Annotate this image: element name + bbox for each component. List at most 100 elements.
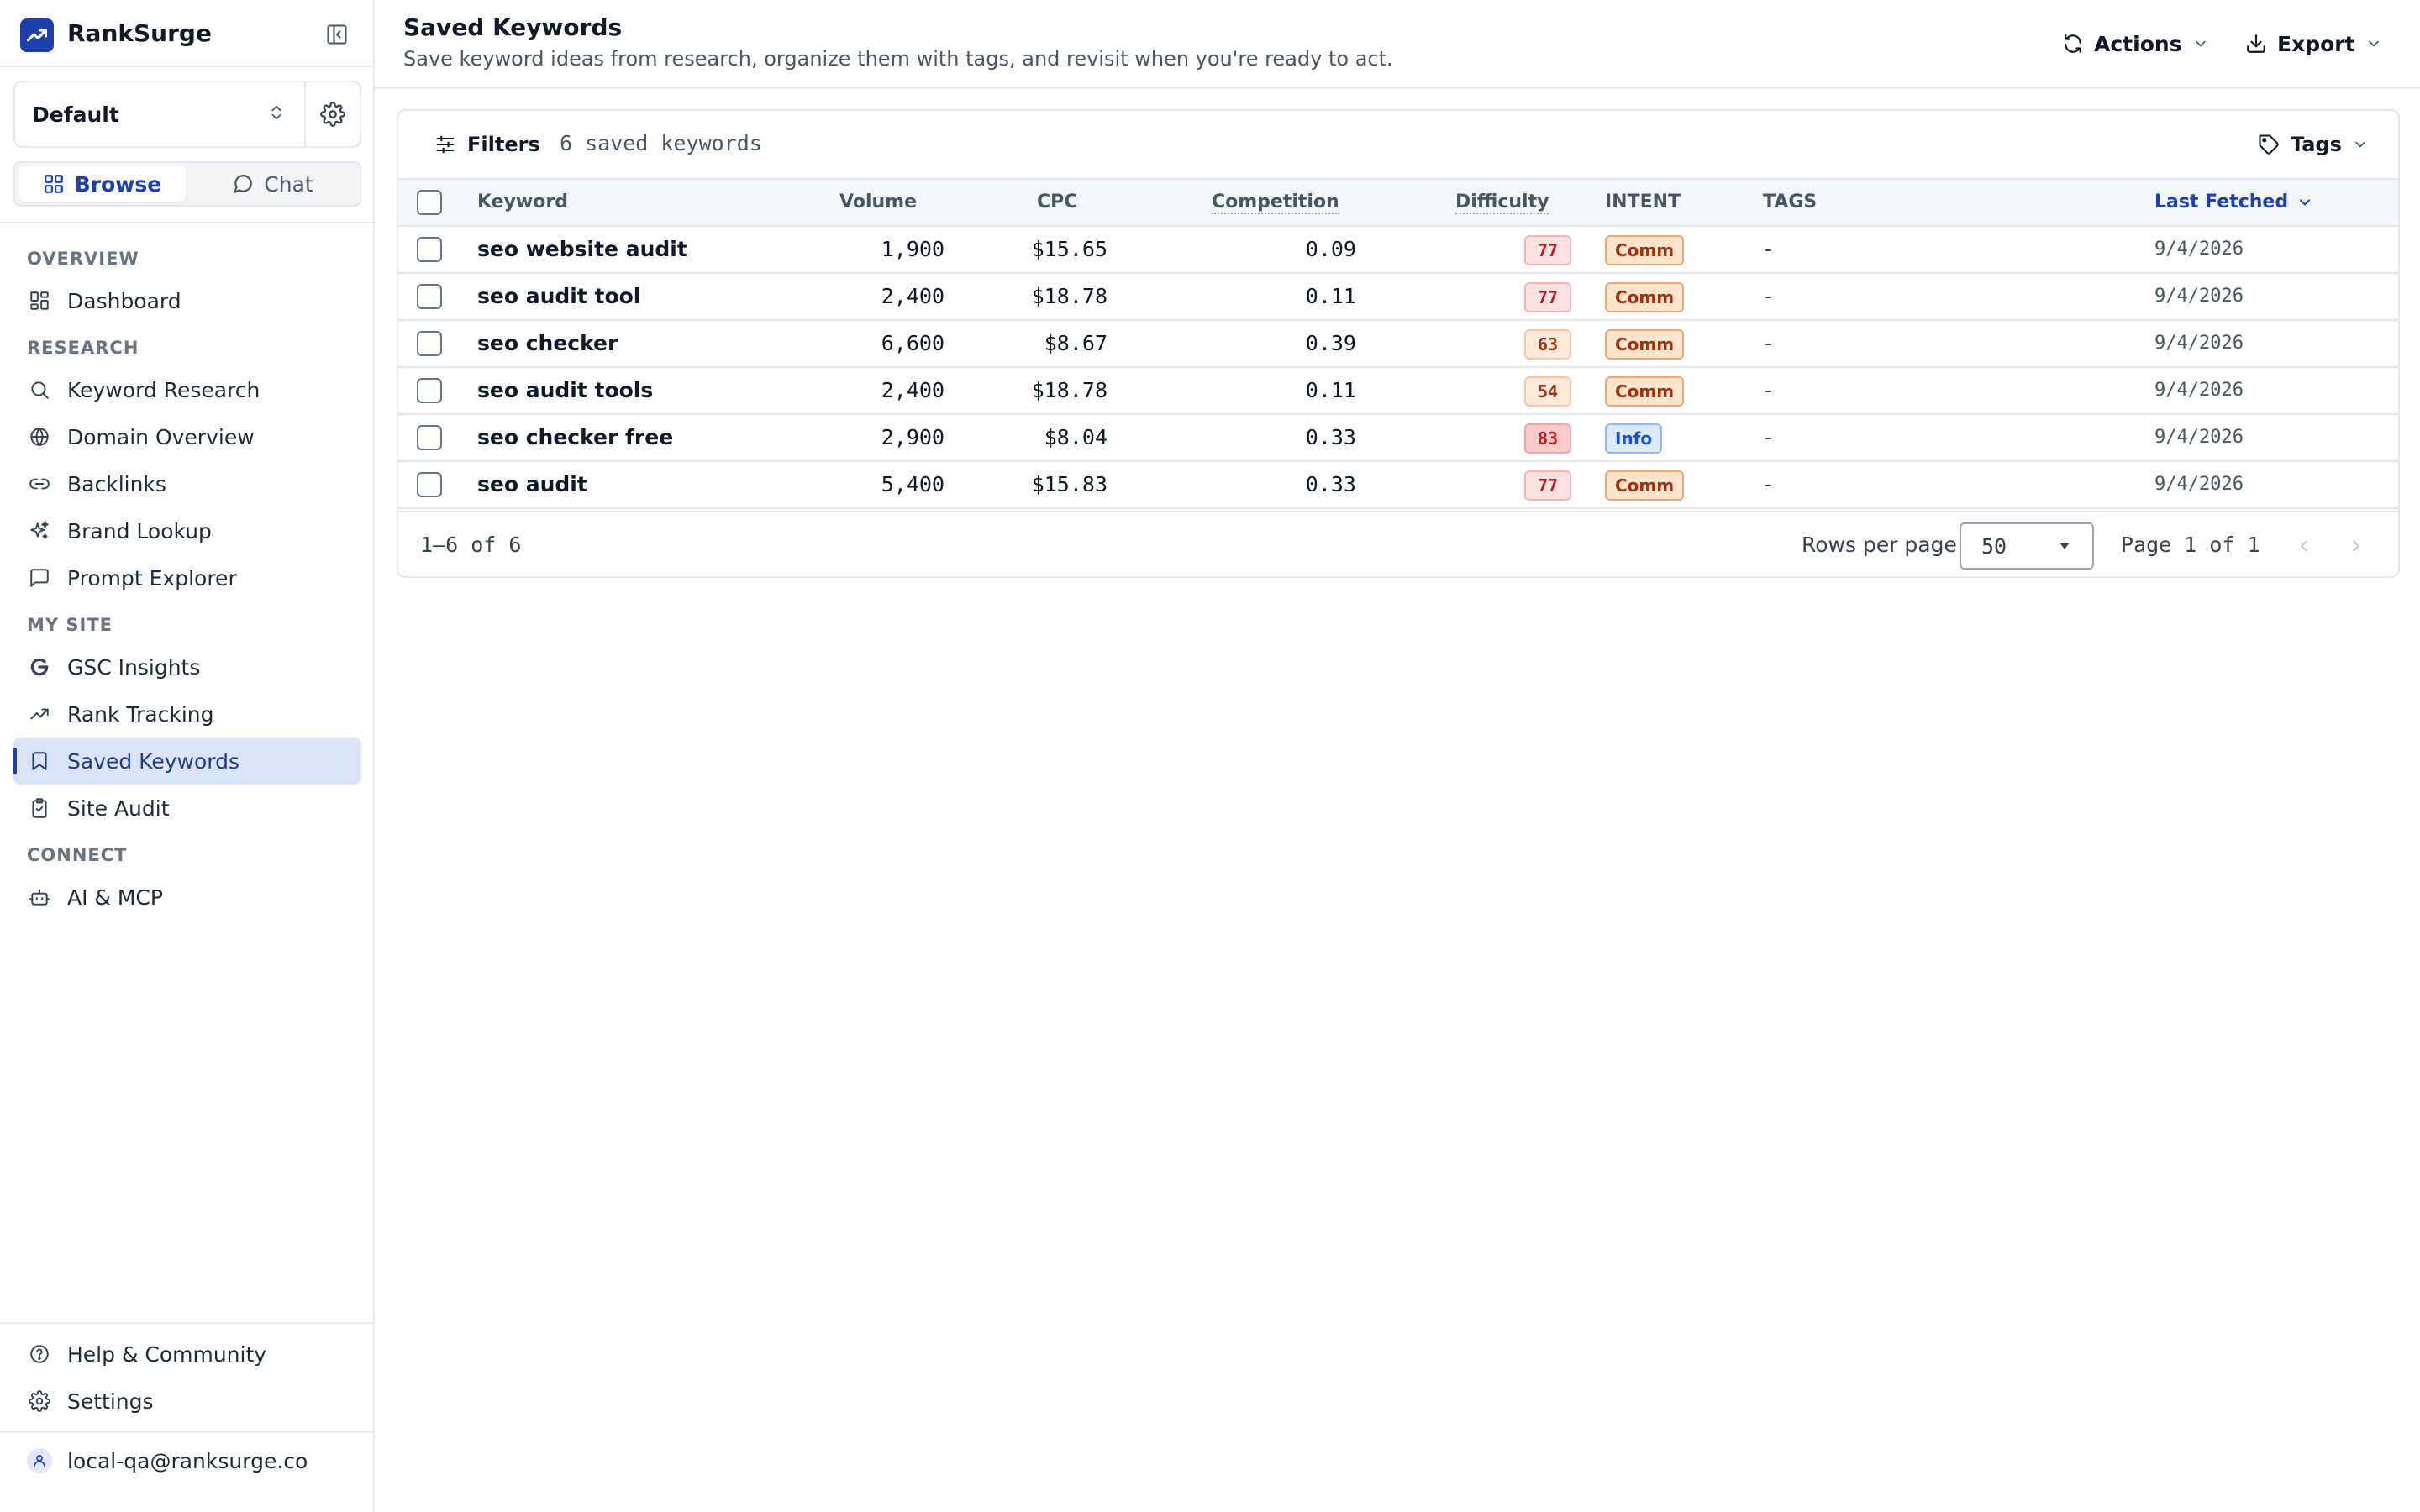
sidebar-item-ai-mcp[interactable]: AI & MCP bbox=[13, 874, 361, 921]
intent-badge: Comm bbox=[1605, 376, 1685, 407]
keyword-cell[interactable]: seo audit tools bbox=[477, 368, 653, 413]
sidebar-item-keyword-research[interactable]: Keyword Research bbox=[13, 366, 361, 413]
competition-cell: 0.09 bbox=[1305, 237, 1356, 261]
project-settings-button[interactable] bbox=[306, 82, 360, 146]
project-select[interactable]: Default bbox=[15, 82, 306, 146]
user-avatar-icon bbox=[27, 1448, 52, 1473]
trending-up-icon bbox=[27, 701, 52, 727]
column-difficulty[interactable]: Difficulty bbox=[1455, 180, 1549, 225]
column-competition[interactable]: Competition bbox=[1212, 180, 1339, 225]
select-all-checkbox[interactable] bbox=[417, 190, 442, 215]
sidebar-nav: OVERVIEW Dashboard RESEARCH Keyword Rese… bbox=[13, 235, 361, 921]
sidebar-item-rank-tracking[interactable]: Rank Tracking bbox=[13, 690, 361, 738]
column-keyword[interactable]: Keyword bbox=[477, 180, 568, 225]
sidebar-item-help[interactable]: Help & Community bbox=[13, 1331, 361, 1378]
sidebar-bottom-nav: Help & Community Settings bbox=[13, 1331, 361, 1425]
sidebar-item-gsc-insights[interactable]: GSC Insights bbox=[13, 643, 361, 690]
keyword-cell[interactable]: seo checker bbox=[477, 321, 618, 366]
sidebar-item-label: Help & Community bbox=[67, 1341, 267, 1367]
tags-cell: - bbox=[1765, 472, 1773, 496]
sidebar-item-backlinks[interactable]: Backlinks bbox=[13, 460, 361, 507]
table-row[interactable]: seo audit tools 2,400 $18.78 0.11 54 Comm - 9/4… bbox=[398, 368, 2398, 415]
row-checkbox[interactable] bbox=[417, 378, 442, 403]
column-last-fetched[interactable]: Last Fetched bbox=[2154, 180, 2313, 225]
export-button[interactable]: Export bbox=[2245, 25, 2382, 62]
keyword-cell[interactable]: seo website audit bbox=[477, 227, 687, 272]
column-tags: TAGS bbox=[1763, 192, 1818, 213]
last-fetched-cell: 9/4/2026 bbox=[2154, 427, 2244, 448]
sort-desc-chevron-icon bbox=[2300, 199, 2311, 206]
export-label: Export bbox=[2277, 31, 2355, 56]
bookmark-icon bbox=[27, 748, 52, 774]
competition-cell: 0.33 bbox=[1305, 472, 1356, 496]
sidebar-collapse-icon[interactable] bbox=[323, 20, 351, 49]
keyword-cell[interactable]: seo audit bbox=[477, 462, 587, 507]
cpc-cell: $15.65 bbox=[1031, 237, 1107, 261]
table-row[interactable]: seo audit 5,400 $15.83 0.33 77 Comm - 9/4/2026 bbox=[398, 462, 2398, 509]
user-menu[interactable]: local-qa@ranksurge.co bbox=[27, 1448, 308, 1473]
sidebar-item-brand-lookup[interactable]: Brand Lookup bbox=[13, 507, 361, 554]
page-subtitle: Save keyword ideas from research, organi… bbox=[403, 47, 1393, 71]
difficulty-badge: 83 bbox=[1524, 423, 1571, 454]
table-row[interactable]: seo checker 6,600 $8.67 0.39 63 Comm - 9/4/2026 bbox=[398, 321, 2398, 368]
bot-icon bbox=[27, 885, 52, 910]
user-email: local-qa@ranksurge.co bbox=[67, 1448, 308, 1473]
divider bbox=[0, 1431, 373, 1433]
prev-page-button[interactable] bbox=[2289, 531, 2319, 561]
next-page-button[interactable] bbox=[2341, 531, 2371, 561]
tags-button[interactable]: Tags bbox=[2257, 128, 2369, 161]
actions-button[interactable]: Actions bbox=[2062, 25, 2209, 62]
sidebar-item-label: Prompt Explorer bbox=[67, 565, 237, 591]
link-icon bbox=[27, 471, 52, 496]
column-volume[interactable]: Volume bbox=[839, 180, 917, 225]
sidebar-item-prompt-explorer[interactable]: Prompt Explorer bbox=[13, 554, 361, 601]
last-fetched-cell: 9/4/2026 bbox=[2154, 474, 2244, 495]
chat-mode-button[interactable]: Chat bbox=[189, 166, 356, 202]
filters-button[interactable]: Filters bbox=[434, 128, 540, 161]
project-switcher: Default bbox=[13, 81, 361, 148]
row-checkbox[interactable] bbox=[417, 284, 442, 309]
cpc-cell: $8.04 bbox=[1044, 425, 1107, 449]
keyword-cell[interactable]: seo checker free bbox=[477, 415, 673, 460]
tags-cell: - bbox=[1765, 425, 1773, 449]
table-row[interactable]: seo checker free 2,900 $8.04 0.33 83 Info - 9/4… bbox=[398, 415, 2398, 462]
rows-per-page-select[interactable]: 50 bbox=[1960, 522, 2094, 570]
browse-mode-button[interactable]: Browse bbox=[18, 166, 186, 202]
volume-cell: 2,900 bbox=[881, 425, 944, 449]
range-text: 1–6 of 6 bbox=[420, 533, 522, 557]
row-checkbox[interactable] bbox=[417, 237, 442, 262]
column-cpc[interactable]: CPC bbox=[1037, 180, 1077, 225]
google-icon bbox=[27, 654, 52, 680]
sidebar-item-label: Site Audit bbox=[67, 795, 170, 821]
divider bbox=[0, 1322, 373, 1324]
cpc-cell: $18.78 bbox=[1031, 378, 1107, 402]
sidebar-item-settings[interactable]: Settings bbox=[13, 1378, 361, 1425]
keyword-cell[interactable]: seo audit tool bbox=[477, 274, 640, 319]
table-row[interactable]: seo audit tool 2,400 $18.78 0.11 77 Comm - 9/4/… bbox=[398, 274, 2398, 321]
sidebar-item-dashboard[interactable]: Dashboard bbox=[13, 277, 361, 324]
difficulty-badge: 77 bbox=[1524, 282, 1571, 312]
intent-badge: Comm bbox=[1605, 329, 1685, 360]
chat-label: Chat bbox=[264, 171, 313, 197]
row-checkbox[interactable] bbox=[417, 472, 442, 497]
sidebar-item-saved-keywords[interactable]: Saved Keywords bbox=[13, 738, 361, 785]
section-overview: OVERVIEW bbox=[27, 249, 139, 269]
sidebar-item-domain-overview[interactable]: Domain Overview bbox=[13, 413, 361, 460]
row-checkbox[interactable] bbox=[417, 425, 442, 450]
intent-badge: Comm bbox=[1605, 282, 1685, 312]
last-fetched-cell: 9/4/2026 bbox=[2154, 380, 2244, 401]
sidebar-item-site-audit[interactable]: Site Audit bbox=[13, 785, 361, 832]
download-icon bbox=[2247, 34, 2265, 53]
row-checkbox[interactable] bbox=[417, 331, 442, 356]
tags-label: Tags bbox=[2291, 133, 2342, 156]
saved-count: 6 saved keywords bbox=[560, 131, 762, 155]
filters-label: Filters bbox=[467, 133, 540, 156]
trending-up-logo-icon bbox=[20, 18, 54, 52]
cpc-cell: $15.83 bbox=[1031, 472, 1107, 496]
table-row[interactable]: seo website audit 1,900 $15.65 0.09 77 Comm - 9… bbox=[398, 227, 2398, 274]
sidebar-item-label: Settings bbox=[67, 1389, 154, 1414]
section-connect: CONNECT bbox=[27, 845, 128, 865]
chevron-right-icon bbox=[2353, 540, 2360, 552]
intent-badge: Info bbox=[1605, 423, 1663, 454]
rows-per-page-value: 50 bbox=[1981, 533, 2007, 559]
